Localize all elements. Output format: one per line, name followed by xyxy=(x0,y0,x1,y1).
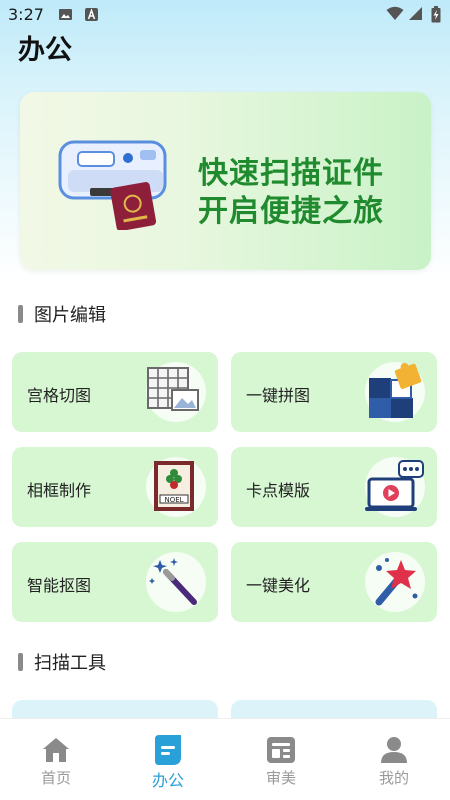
office-screen: 3:27 办公 快速扫描证件 开启便捷之旅 图片编辑 宫格切图 一键拼图 相框制… xyxy=(0,0,450,800)
puzzle-icon xyxy=(365,362,425,422)
section-marker xyxy=(18,305,23,323)
wifi-icon xyxy=(386,6,404,25)
section-title: 图片编辑 xyxy=(34,305,106,326)
tile-one-click-collage[interactable]: 一键拼图 xyxy=(231,352,437,432)
nav-label: 我的 xyxy=(378,769,409,787)
video-template-icon xyxy=(365,457,425,517)
nav-home[interactable]: 首页 xyxy=(0,719,112,800)
scanner-passport-icon xyxy=(50,130,190,234)
profile-icon xyxy=(379,735,409,765)
tile-label: 卡点模版 xyxy=(246,481,311,500)
nav-aesthetic[interactable]: 审美 xyxy=(225,719,337,800)
photo-frame-icon: NOEL xyxy=(146,457,206,517)
office-doc-icon xyxy=(153,735,183,765)
section-marker xyxy=(18,653,23,671)
nav-office[interactable]: 办公 xyxy=(112,719,224,800)
page-title: 办公 xyxy=(18,35,72,66)
magic-wand-icon xyxy=(146,552,206,612)
tile-label: 相框制作 xyxy=(27,481,92,500)
beautify-wand-icon xyxy=(365,552,425,612)
tile-photo-frame[interactable]: 相框制作 NOEL xyxy=(12,447,218,527)
nav-label: 审美 xyxy=(265,769,296,787)
text-a-icon xyxy=(84,7,99,22)
banner-subheadline: 开启便捷之旅 xyxy=(198,194,384,229)
tile-label: 宫格切图 xyxy=(27,386,92,405)
tile-label: 一键美化 xyxy=(246,576,311,595)
aesthetic-news-icon xyxy=(266,735,296,765)
tile-label: 一键拼图 xyxy=(246,386,311,405)
tile-label: 智能抠图 xyxy=(27,576,92,595)
home-icon xyxy=(41,735,71,765)
tile-one-click-beautify[interactable]: 一键美化 xyxy=(231,542,437,622)
scan-promo-banner[interactable]: 快速扫描证件 开启便捷之旅 xyxy=(20,92,431,270)
nav-profile[interactable]: 我的 xyxy=(338,719,450,800)
nav-label: 办公 xyxy=(151,771,184,790)
battery-charging-icon xyxy=(431,6,441,27)
tile-beat-template[interactable]: 卡点模版 xyxy=(231,447,437,527)
tile-smart-cutout[interactable]: 智能抠图 xyxy=(12,542,218,622)
svg-text:NOEL: NOEL xyxy=(164,496,183,504)
grid-cut-icon xyxy=(146,362,206,422)
tile-grid-cut[interactable]: 宫格切图 xyxy=(12,352,218,432)
image-icon xyxy=(58,7,73,22)
bottom-navigation: 首页 办公 审美 我的 xyxy=(0,718,450,800)
section-title: 扫描工具 xyxy=(34,653,106,674)
status-time: 3:27 xyxy=(8,5,44,24)
signal-icon xyxy=(408,6,423,25)
nav-label: 首页 xyxy=(40,769,71,787)
status-bar: 3:27 xyxy=(0,0,450,30)
